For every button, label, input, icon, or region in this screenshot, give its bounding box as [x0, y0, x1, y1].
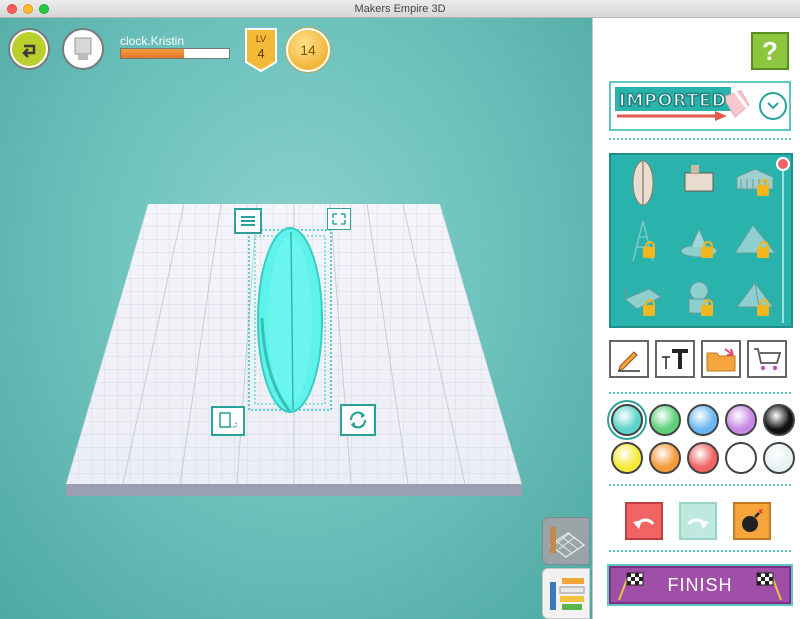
gallery-item-eiffel-tower[interactable] — [619, 217, 667, 265]
locked-icon — [643, 241, 655, 258]
category-label: IMPORTED — [618, 90, 727, 112]
gallery-scrollbar-handle[interactable] — [776, 157, 790, 171]
divider — [609, 550, 791, 552]
color-swatch[interactable] — [649, 404, 681, 436]
xp-progress-fill — [121, 49, 184, 58]
xp-progress-bar — [120, 48, 230, 59]
undo-icon — [633, 518, 655, 529]
color-swatch[interactable] — [687, 404, 719, 436]
color-swatch[interactable] — [687, 442, 719, 474]
tab-tools[interactable] — [542, 568, 590, 619]
scale-icon — [219, 412, 237, 428]
locked-icon — [701, 299, 713, 316]
gallery-item-pyramid[interactable] — [731, 273, 779, 321]
finish-button[interactable]: FINISH — [609, 566, 791, 604]
category-selector[interactable]: IMPORTED — [609, 81, 791, 131]
design-stage[interactable]: clock.Kristin LV 4 14 — [0, 18, 592, 619]
color-swatch[interactable] — [763, 442, 795, 474]
color-swatch[interactable] — [763, 404, 795, 436]
tools-icon — [550, 577, 585, 610]
divider — [609, 138, 791, 140]
color-swatch[interactable] — [725, 442, 757, 474]
color-swatch[interactable] — [649, 442, 681, 474]
window-title: Makers Empire 3D — [354, 3, 446, 15]
shop-button[interactable] — [747, 340, 787, 378]
divider — [609, 484, 791, 486]
gallery-item-mountain[interactable] — [731, 217, 779, 265]
locked-icon — [701, 241, 713, 258]
category-dropdown-button[interactable] — [759, 92, 787, 120]
level-badge: LV 4 — [245, 28, 277, 72]
cart-icon — [754, 348, 782, 371]
back-button[interactable] — [8, 28, 50, 70]
gallery-item-house[interactable] — [675, 159, 723, 207]
gallery-item-lion-statue[interactable] — [675, 273, 723, 321]
checkered-flag-icon — [756, 572, 782, 601]
menu-lines-icon — [241, 216, 255, 226]
bomb-icon — [742, 508, 763, 532]
finish-label: FINISH — [667, 574, 733, 595]
locked-icon — [757, 241, 769, 258]
draw-tool-button[interactable] — [609, 340, 649, 378]
expand-arrows-icon — [332, 213, 346, 225]
object-menu-handle[interactable] — [234, 208, 262, 234]
locked-icon — [757, 179, 769, 196]
back-arrow-icon — [22, 44, 36, 58]
undo-button[interactable] — [625, 502, 663, 540]
text-tool-icon — [662, 349, 688, 369]
level-value: 4 — [257, 46, 265, 61]
window-titlebar: Makers Empire 3D — [0, 0, 800, 18]
folder-icon — [706, 348, 736, 372]
object-rotate-handle[interactable] — [340, 404, 376, 436]
color-swatch-selected[interactable] — [611, 404, 643, 436]
level-label: LV — [255, 34, 267, 44]
color-swatch[interactable] — [611, 442, 643, 474]
avatar[interactable] — [62, 28, 104, 70]
locked-icon — [643, 299, 655, 316]
username: clock.Kristin — [120, 34, 185, 48]
object-scale-handle[interactable] — [211, 406, 245, 436]
model-gallery[interactable] — [609, 153, 793, 328]
divider — [609, 392, 791, 394]
window-close-button[interactable] — [7, 4, 17, 14]
tab-grid-view[interactable] — [542, 517, 590, 565]
help-button[interactable]: ? — [751, 32, 789, 70]
avatar-robot-icon — [74, 37, 92, 60]
redo-button[interactable] — [679, 502, 717, 540]
right-panel: ? IMPORTED FINISH — [592, 18, 800, 619]
object-resize-handle[interactable] — [327, 208, 351, 230]
color-swatch[interactable] — [725, 404, 757, 436]
checkered-flag-icon — [618, 572, 644, 601]
ruler-grid-icon — [548, 527, 586, 558]
gallery-scrollbar-track[interactable] — [782, 167, 784, 323]
redo-icon — [687, 518, 709, 529]
open-folder-button[interactable] — [701, 340, 741, 378]
clear-all-button[interactable] — [733, 502, 771, 540]
gallery-item-fountain[interactable] — [675, 217, 723, 265]
pencil-icon — [618, 351, 640, 372]
text-tool-button[interactable] — [655, 340, 695, 378]
window-minimize-button[interactable] — [23, 4, 33, 14]
coin-count: 14 — [286, 28, 330, 72]
build-plate[interactable] — [0, 18, 592, 619]
gallery-item-building[interactable] — [731, 159, 779, 207]
locked-icon — [757, 299, 769, 316]
gallery-item-surfboard[interactable] — [619, 159, 667, 207]
rotate-icon — [349, 411, 367, 429]
build-plate-grid[interactable] — [0, 18, 592, 619]
window-maximize-button[interactable] — [39, 4, 49, 14]
chevron-down-icon — [767, 102, 779, 110]
